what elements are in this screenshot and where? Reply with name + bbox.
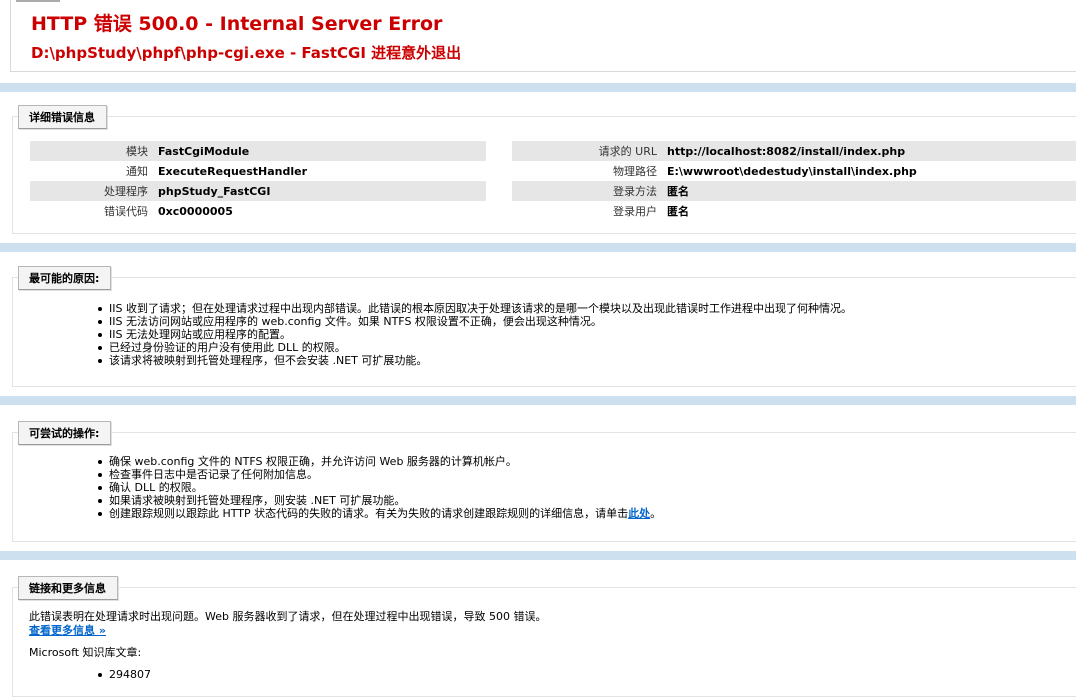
list-item: 创建跟踪规则以跟踪此 HTTP 状态代码的失败的请求。有关为失败的请求创建跟踪规… [95, 507, 661, 520]
links-description: 此错误表明在处理请求时出现问题。Web 服务器收到了请求，但在处理过程中出现错误… [29, 610, 547, 623]
detail-key: 模块 [30, 141, 158, 161]
actions-legend: 可尝试的操作: [18, 421, 112, 445]
list-item: 确保 web.config 文件的 NTFS 权限正确，并允许访问 Web 服务… [95, 455, 661, 468]
links-legend: 链接和更多信息 [18, 576, 118, 600]
table-row: 物理路径 E:\wwwroot\dedestudy\install\index.… [512, 161, 1076, 181]
more-info-link[interactable]: 查看更多信息 » [29, 622, 106, 638]
list-item: 确认 DLL 的权限。 [95, 481, 661, 494]
causes-section: 最可能的原因: IIS 收到了请求；但在处理请求过程中出现内部错误。此错误的根本… [12, 266, 1076, 387]
detail-right-table: 请求的 URL http://localhost:8082/install/in… [512, 141, 1076, 221]
kb-article[interactable]: 294807 [95, 668, 151, 681]
detail-key: 错误代码 [104, 205, 148, 218]
detail-value: FastCgiModule [158, 141, 486, 161]
list-item: 如果请求被映射到托管处理程序，则安装 .NET 可扩展功能。 [95, 494, 661, 507]
list-item-text: 创建跟踪规则以跟踪此 HTTP 状态代码的失败的请求。有关为失败的请求创建跟踪规… [109, 507, 629, 520]
page-subtitle: D:\phpStudy\phpf\php-cgi.exe - FastCGI 进… [31, 44, 462, 62]
causes-legend: 最可能的原因: [18, 266, 112, 290]
detail-key: 登录用户 [613, 205, 657, 218]
detail-left-table: 模块 FastCgiModule 通知 ExecuteRequestHandle… [30, 141, 486, 221]
detail-value: phpStudy_FastCGI [158, 181, 486, 201]
table-row: 登录用户 匿名 [512, 201, 1076, 221]
detail-value: 0xc0000005 [158, 204, 233, 218]
detail-value: ExecuteRequestHandler [158, 164, 308, 178]
table-row: 处理程序 phpStudy_FastCGI [30, 181, 486, 201]
table-row: 模块 FastCgiModule [30, 141, 486, 161]
list-item: IIS 无法访问网站或应用程序的 web.config 文件。如果 NTFS 权… [95, 315, 852, 328]
detail-value: 匿名 [667, 205, 689, 218]
detail-key: 物理路径 [613, 165, 657, 178]
causes-list: IIS 收到了请求；但在处理请求过程中出现内部错误。此错误的根本原因取决于处理该… [95, 302, 852, 367]
table-row: 通知 ExecuteRequestHandler [30, 161, 486, 181]
list-item: IIS 无法处理网站或应用程序的配置。 [95, 328, 852, 341]
detail-value: 匿名 [667, 181, 1076, 201]
list-item: 已经过身份验证的用户没有使用此 DLL 的权限。 [95, 341, 852, 354]
list-item: 该请求将被映射到托管处理程序，但不会安装 .NET 可扩展功能。 [95, 354, 852, 367]
detail-value: http://localhost:8082/install/index.php [667, 141, 1076, 161]
table-row: 错误代码 0xc0000005 [30, 201, 486, 221]
table-row: 登录方法 匿名 [512, 181, 1076, 201]
kb-list: 294807 [95, 668, 151, 681]
section-divider [0, 243, 1076, 252]
detail-key: 请求的 URL [512, 141, 667, 161]
kb-label: Microsoft 知识库文章: [29, 646, 142, 659]
detail-key: 处理程序 [30, 181, 158, 201]
error-header: HTTP 错误 500.0 - Internal Server Error D:… [10, 0, 1076, 72]
detail-value: E:\wwwroot\dedestudy\install\index.php [667, 164, 917, 178]
actions-list: 确保 web.config 文件的 NTFS 权限正确，并允许访问 Web 服务… [95, 455, 661, 520]
section-divider [0, 83, 1076, 92]
page-title: HTTP 错误 500.0 - Internal Server Error [31, 13, 443, 35]
list-item: IIS 收到了请求；但在处理请求过程中出现内部错误。此错误的根本原因取决于处理该… [95, 302, 852, 315]
section-divider [0, 551, 1076, 560]
table-row: 请求的 URL http://localhost:8082/install/in… [512, 141, 1076, 161]
detail-key: 通知 [126, 165, 148, 178]
detail-key: 登录方法 [512, 181, 667, 201]
list-item-text: 。 [650, 507, 662, 520]
detail-legend: 详细错误信息 [18, 105, 107, 129]
section-divider [0, 396, 1076, 405]
actions-section: 可尝试的操作: 确保 web.config 文件的 NTFS 权限正确，并允许访… [12, 421, 1076, 542]
here-link[interactable]: 此处 [628, 507, 650, 520]
list-item: 检查事件日志中是否记录了任何附加信息。 [95, 468, 661, 481]
detail-section: 详细错误信息 模块 FastCgiModule 通知 ExecuteReques… [12, 105, 1076, 234]
